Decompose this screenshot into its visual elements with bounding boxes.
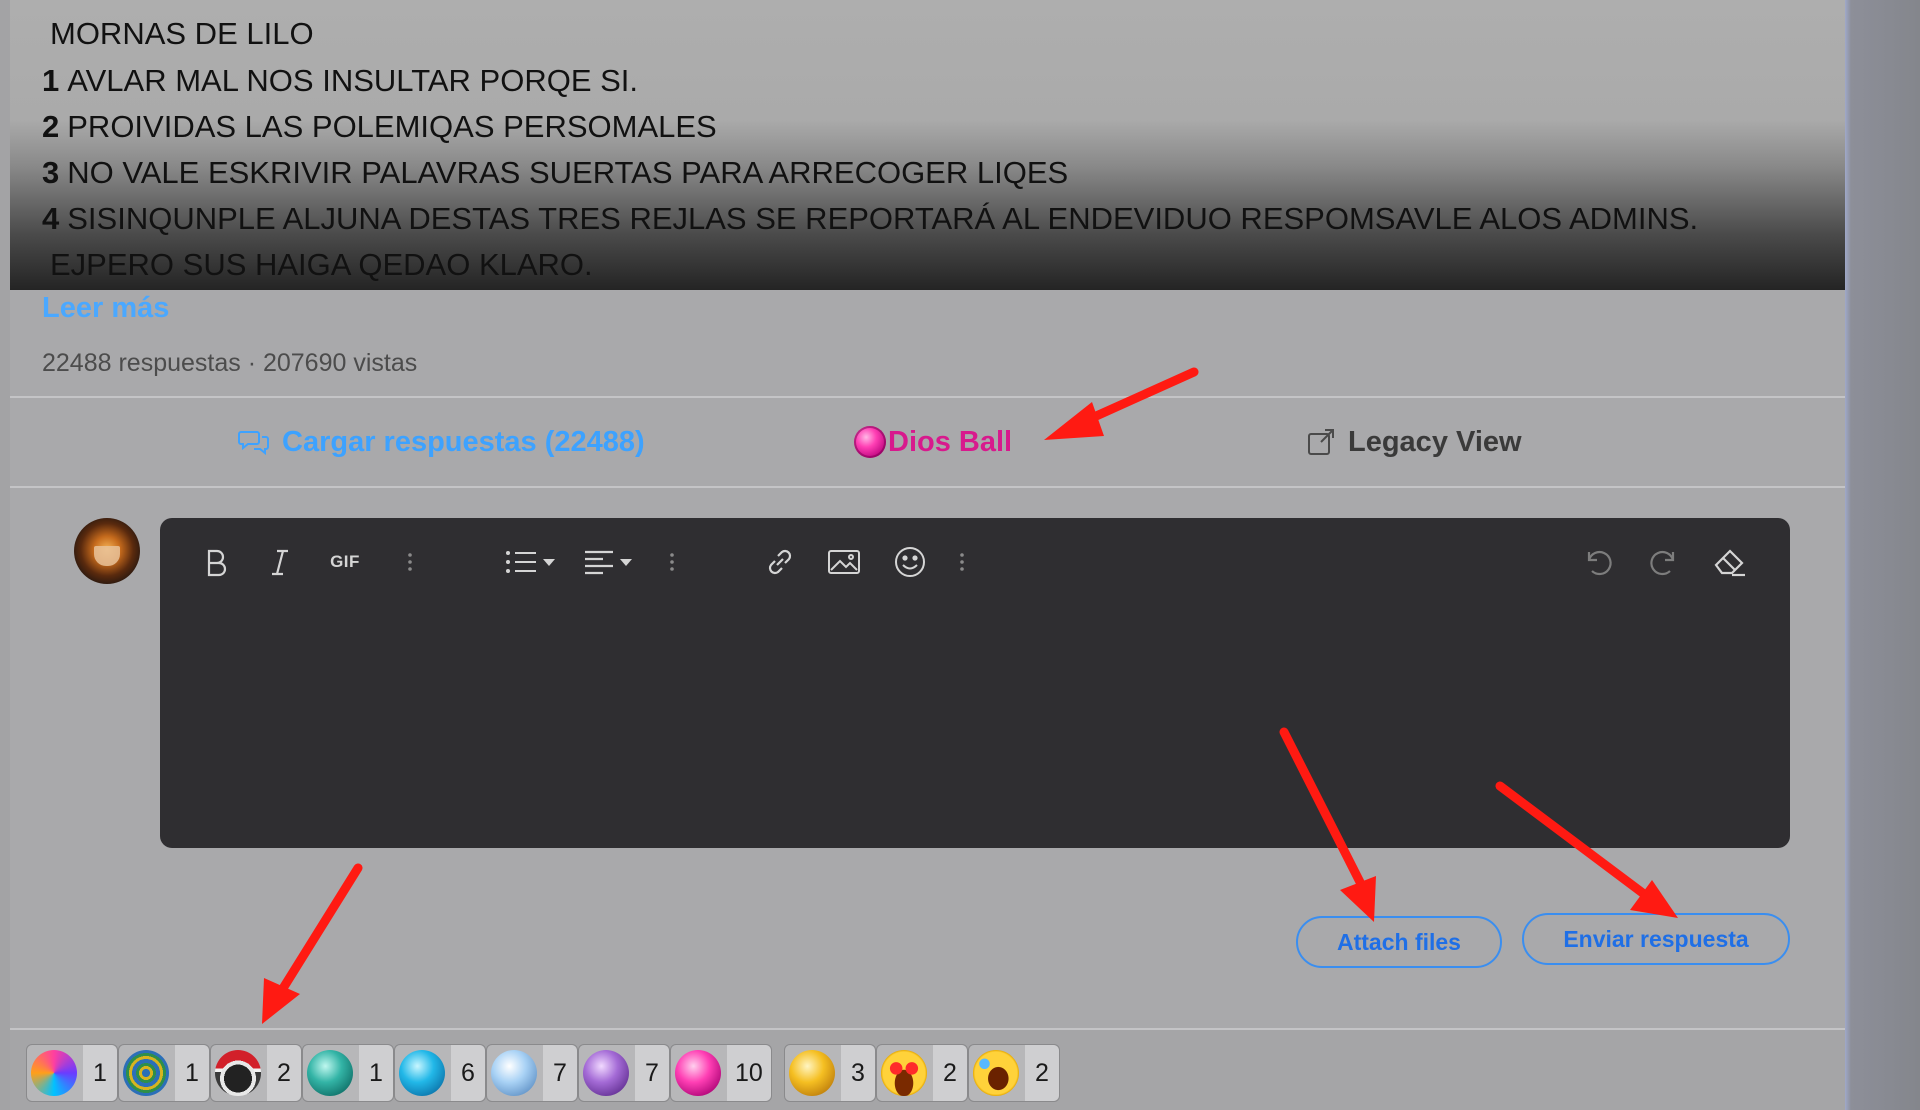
dios-ball-label: Dios Ball: [888, 425, 1013, 458]
thread-actions: Cargar respuestas (22488) Dios Ball Lega…: [10, 398, 1845, 486]
reaction-count: 1: [175, 1045, 209, 1101]
reaction-chip[interactable]: 3: [784, 1044, 876, 1102]
redo-icon: [1650, 550, 1675, 576]
reaction-chip[interactable]: 7: [486, 1044, 578, 1102]
post-rule-line: 4 SISINQUNPLE ALJUNA DESTAS TRES REJLAS S…: [42, 201, 1699, 236]
reaction-count: 6: [451, 1045, 485, 1101]
reactions-bar: 1 1 2 1 6 7 7 10 3 2 2: [10, 1028, 1845, 1110]
bold-icon: [207, 549, 227, 577]
clear-format-button[interactable]: [1710, 540, 1750, 584]
chat-bubbles-icon: [238, 431, 269, 456]
spiral-galaxy-icon: [31, 1050, 77, 1096]
legacy-view-label: Legacy View: [1348, 425, 1522, 458]
eraser-icon: [1714, 549, 1745, 577]
reaction-count: 2: [1025, 1045, 1059, 1101]
thread-stats: 22488 respuestas · 207690 vistas: [42, 349, 418, 377]
more-vertical-icon[interactable]: [956, 540, 968, 584]
italic-icon: [272, 549, 288, 576]
reaction-chip[interactable]: 7: [578, 1044, 670, 1102]
divider: [10, 486, 1845, 488]
reaction-count: 7: [543, 1045, 577, 1101]
light-blue-gem-icon: [491, 1050, 537, 1096]
align-left-icon: [584, 550, 613, 575]
post-rule-line: 1 AVLAR MAL NOS INSULTAR PORQE SI.: [42, 63, 639, 98]
post-body: MORNAS DE LILO 1 AVLAR MAL NOS INSULTAR P…: [10, 0, 1845, 290]
undo-icon: [1587, 550, 1612, 576]
reaction-chip[interactable]: 2: [968, 1044, 1060, 1102]
post-rule-line: MORNAS DE LILO: [50, 16, 314, 51]
chevron-down-icon: [619, 558, 632, 566]
dios-ball-button[interactable]: Dios Ball: [854, 398, 1012, 486]
emoji-button[interactable]: [890, 540, 930, 584]
attach-files-button[interactable]: Attach files: [1296, 916, 1502, 968]
reply-text-area[interactable]: [180, 598, 1770, 828]
window-edge: [1845, 0, 1920, 1110]
bold-button[interactable]: [196, 540, 236, 584]
pink-gem-icon: [675, 1050, 721, 1096]
insert-link-button[interactable]: [760, 540, 800, 584]
reaction-count: 2: [267, 1045, 301, 1101]
insert-image-button[interactable]: [824, 540, 864, 584]
undo-button[interactable]: [1578, 540, 1618, 584]
teal-gem-icon: [307, 1050, 353, 1096]
chevron-down-icon: [542, 558, 555, 566]
user-avatar: [74, 518, 140, 584]
reaction-count: 7: [635, 1045, 669, 1101]
reaction-count: 1: [359, 1045, 393, 1101]
rofl-emoji-icon: [973, 1050, 1019, 1096]
heart-eyes-emoji-icon: [881, 1050, 927, 1096]
reaction-chip[interactable]: 1: [26, 1044, 118, 1102]
bullet-list-icon: [505, 551, 536, 573]
reaction-chip[interactable]: 1: [302, 1044, 394, 1102]
italic-button[interactable]: [260, 540, 300, 584]
gold-gem-icon: [789, 1050, 835, 1096]
list-dropdown-button[interactable]: [498, 540, 560, 584]
link-icon: [768, 549, 792, 575]
reaction-count: 1: [83, 1045, 117, 1101]
smiley-icon: [895, 547, 925, 577]
santa-robot-icon: [215, 1050, 261, 1096]
post-rule-line: 2 PROIVIDAS LAS POLEMIQAS PERSOMALES: [42, 109, 717, 144]
post-rule-line: 3 NO VALE ESKRIVIR PALAVRAS SUERTAS PARA …: [42, 155, 1069, 190]
reaction-count: 3: [841, 1045, 875, 1101]
reaction-chip[interactable]: 6: [394, 1044, 486, 1102]
reaction-chip[interactable]: 2: [876, 1044, 968, 1102]
reply-editor: GIF: [160, 518, 1790, 848]
legacy-view-button[interactable]: Legacy View: [1306, 398, 1522, 486]
reaction-chip[interactable]: 2: [210, 1044, 302, 1102]
redo-button[interactable]: [1644, 540, 1684, 584]
more-vertical-icon[interactable]: [666, 540, 678, 584]
gif-button[interactable]: GIF: [320, 540, 370, 584]
reaction-count: 10: [727, 1045, 771, 1101]
more-vertical-icon[interactable]: [404, 540, 416, 584]
send-reply-button[interactable]: Enviar respuesta: [1522, 913, 1790, 965]
maze-globe-icon: [123, 1050, 169, 1096]
reaction-chip[interactable]: 1: [118, 1044, 210, 1102]
load-replies-button[interactable]: Cargar respuestas (22488): [238, 398, 645, 486]
reaction-count: 2: [933, 1045, 967, 1101]
purple-gem-icon: [583, 1050, 629, 1096]
image-icon: [828, 550, 860, 574]
external-link-icon: [1308, 429, 1334, 455]
post-rule-line: EJPERO SUS HAIGA QEDAO KLARO.: [50, 247, 593, 282]
cyan-gem-icon: [399, 1050, 445, 1096]
thread-panel: MORNAS DE LILO 1 AVLAR MAL NOS INSULTAR P…: [10, 0, 1845, 1110]
reaction-chip[interactable]: 10: [670, 1044, 772, 1102]
read-more-link[interactable]: Leer más: [42, 292, 169, 325]
pink-ball-icon: [854, 426, 886, 458]
load-replies-label: Cargar respuestas (22488): [282, 425, 645, 458]
align-dropdown-button[interactable]: [576, 540, 638, 584]
